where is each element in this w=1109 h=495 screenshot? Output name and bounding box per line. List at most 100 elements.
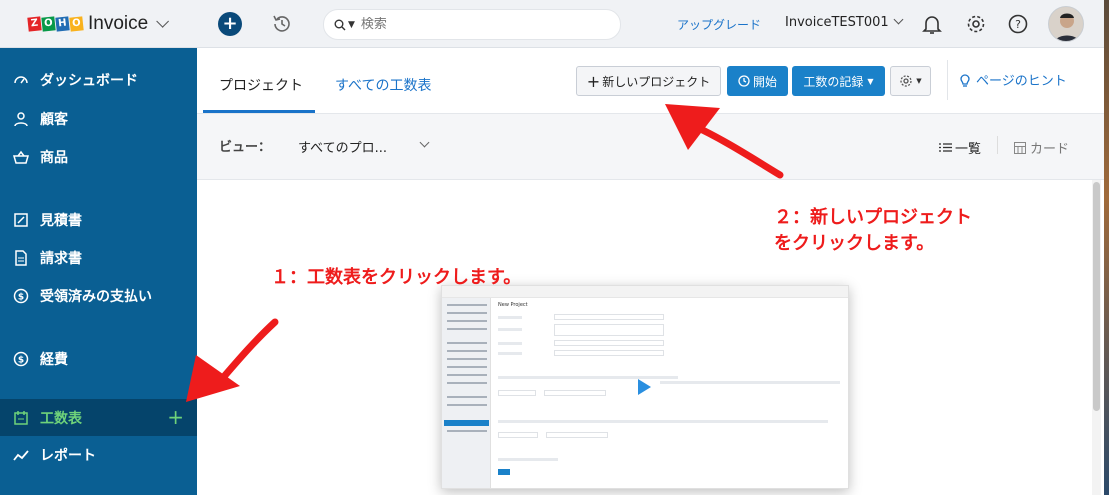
dashboard-icon <box>14 76 28 84</box>
annotation-step-2: ２：新しいプロジェクト をクリックします。 <box>774 205 972 257</box>
logo-letter-z: Z <box>27 15 42 32</box>
zoho-logo: Z O H O <box>27 15 84 32</box>
svg-text:$: $ <box>18 293 24 303</box>
org-switcher[interactable]: InvoiceTEST001 <box>785 14 904 30</box>
preview-sidebar-line <box>447 396 487 398</box>
preview-field <box>544 390 606 396</box>
app-name: Invoice <box>88 12 149 34</box>
sidebar-item-invoices[interactable]: 請求書 <box>0 240 197 276</box>
preview-sidebar-line <box>447 350 487 352</box>
preview-field <box>498 390 536 396</box>
preview-label <box>498 342 522 345</box>
gear-icon[interactable] <box>965 13 987 35</box>
play-icon[interactable] <box>638 379 651 395</box>
new-project-button[interactable]: + 新しいプロジェクト <box>576 66 721 96</box>
svg-text:?: ? <box>1015 18 1021 31</box>
list-icon <box>939 143 952 152</box>
preview-tasks-header <box>498 420 828 423</box>
lightbulb-icon <box>960 73 970 87</box>
preview-label <box>498 316 522 319</box>
sidebar-item-label: 商品 <box>40 150 68 166</box>
history-icon[interactable] <box>271 13 293 35</box>
quick-create-button[interactable]: + <box>218 12 242 36</box>
sidebar-item-label: 経費 <box>40 352 68 368</box>
basket-icon <box>13 150 29 164</box>
top-bar: + ▼ アップグレード InvoiceTEST001 ? <box>197 0 1109 48</box>
sidebar-item-customers[interactable]: 顧客 <box>0 101 197 137</box>
bell-icon[interactable] <box>921 13 943 35</box>
sidebar-item-reports[interactable]: レポート <box>0 437 197 473</box>
preview-sidebar <box>442 298 491 488</box>
sidebar-item-expenses[interactable]: $ 経費 <box>0 341 197 377</box>
svg-text:$: $ <box>18 356 24 366</box>
preview-field <box>554 350 664 356</box>
search-scope-caret-icon[interactable]: ▼ <box>348 20 355 30</box>
preview-field <box>498 432 538 438</box>
expense-icon: $ <box>13 351 29 367</box>
timesheet-icon <box>14 410 28 425</box>
preview-field <box>554 324 664 336</box>
chevron-down-icon[interactable] <box>419 137 430 148</box>
add-timesheet-icon[interactable]: + <box>167 405 184 429</box>
sidebar-item-label: 工数表 <box>40 410 82 427</box>
settings-dropdown-button[interactable]: ▼ <box>890 66 931 96</box>
sidebar-item-items[interactable]: 商品 <box>0 139 197 175</box>
sidebar-item-label: 見積書 <box>40 213 82 229</box>
view-filter-bar: ビュー： すべてのプロ... 一覧 カード <box>197 114 1109 180</box>
tab-all-timesheets[interactable]: すべての工数表 <box>335 75 431 95</box>
chevron-down-icon <box>156 15 170 28</box>
preview-sidebar-line <box>447 358 487 360</box>
new-project-label: 新しいプロジェクト <box>602 74 711 89</box>
view-label: ビュー： <box>219 140 272 155</box>
logo-letter-o: O <box>41 15 56 32</box>
view-select[interactable]: すべてのプロ... <box>298 137 387 156</box>
page-hints-link[interactable]: ページのヒント <box>958 70 1067 89</box>
preview-line <box>498 458 558 461</box>
sidebar-item-estimates[interactable]: 見積書 <box>0 202 197 238</box>
preview-sidebar-line <box>447 404 487 406</box>
preview-save-button <box>498 469 510 475</box>
search-bar[interactable]: ▼ <box>323 9 621 40</box>
tab-bar: プロジェクト すべての工数表 + 新しいプロジェクト 開始 工数の記録 ▼ ▼ … <box>197 48 1109 114</box>
sidebar-item-timesheet[interactable]: 工数表 + <box>0 399 197 436</box>
help-icon[interactable]: ? <box>1007 13 1029 35</box>
logo-letter-o2: O <box>69 15 84 32</box>
list-view-label: 一覧 <box>955 142 982 157</box>
preview-field <box>554 340 664 346</box>
preview-label <box>498 328 522 331</box>
search-input[interactable] <box>360 17 591 32</box>
list-view-toggle[interactable]: 一覧 <box>939 138 981 157</box>
page-hints-label: ページのヒント <box>976 74 1067 89</box>
preview-sidebar-line <box>447 430 487 432</box>
scroll-thumb[interactable] <box>1093 182 1100 411</box>
sidebar-item-dashboard[interactable]: ダッシュボード <box>0 62 197 98</box>
reports-icon <box>13 450 29 461</box>
tutorial-video-preview[interactable]: New Project <box>441 285 849 489</box>
desktop-background <box>1104 0 1109 495</box>
preview-sidebar-line <box>447 374 487 376</box>
preview-label <box>498 352 522 355</box>
grid-icon <box>1014 141 1026 154</box>
tab-projects[interactable]: プロジェクト <box>219 75 303 95</box>
active-tab-indicator <box>203 110 315 113</box>
sidebar: Z O H O Invoice ダッシュボード 顧客 商品 見積書 請求書 $ … <box>0 0 197 495</box>
preview-sidebar-active <box>444 420 489 426</box>
preview-sidebar-line <box>447 328 487 330</box>
app-switcher[interactable]: Z O H O Invoice <box>0 0 197 48</box>
upgrade-link[interactable]: アップグレード <box>677 16 761 33</box>
user-icon <box>14 112 28 127</box>
caret-down-icon: ▼ <box>916 77 922 85</box>
log-time-button[interactable]: 工数の記録 ▼ <box>792 66 885 96</box>
sidebar-item-payments-received[interactable]: $ 受領済みの支払い <box>0 278 197 314</box>
card-view-toggle[interactable]: カード <box>1014 138 1069 157</box>
start-timer-button[interactable]: 開始 <box>727 66 788 96</box>
avatar[interactable] <box>1048 6 1084 42</box>
sidebar-item-label: ダッシュボード <box>40 73 138 89</box>
start-label: 開始 <box>752 74 777 89</box>
estimate-icon <box>14 213 28 227</box>
scrollbar[interactable] <box>1092 180 1101 495</box>
clock-icon <box>738 75 750 87</box>
preview-sidebar-line <box>447 320 487 322</box>
plus-icon: + <box>586 71 601 91</box>
logo-letter-h: H <box>55 15 70 32</box>
